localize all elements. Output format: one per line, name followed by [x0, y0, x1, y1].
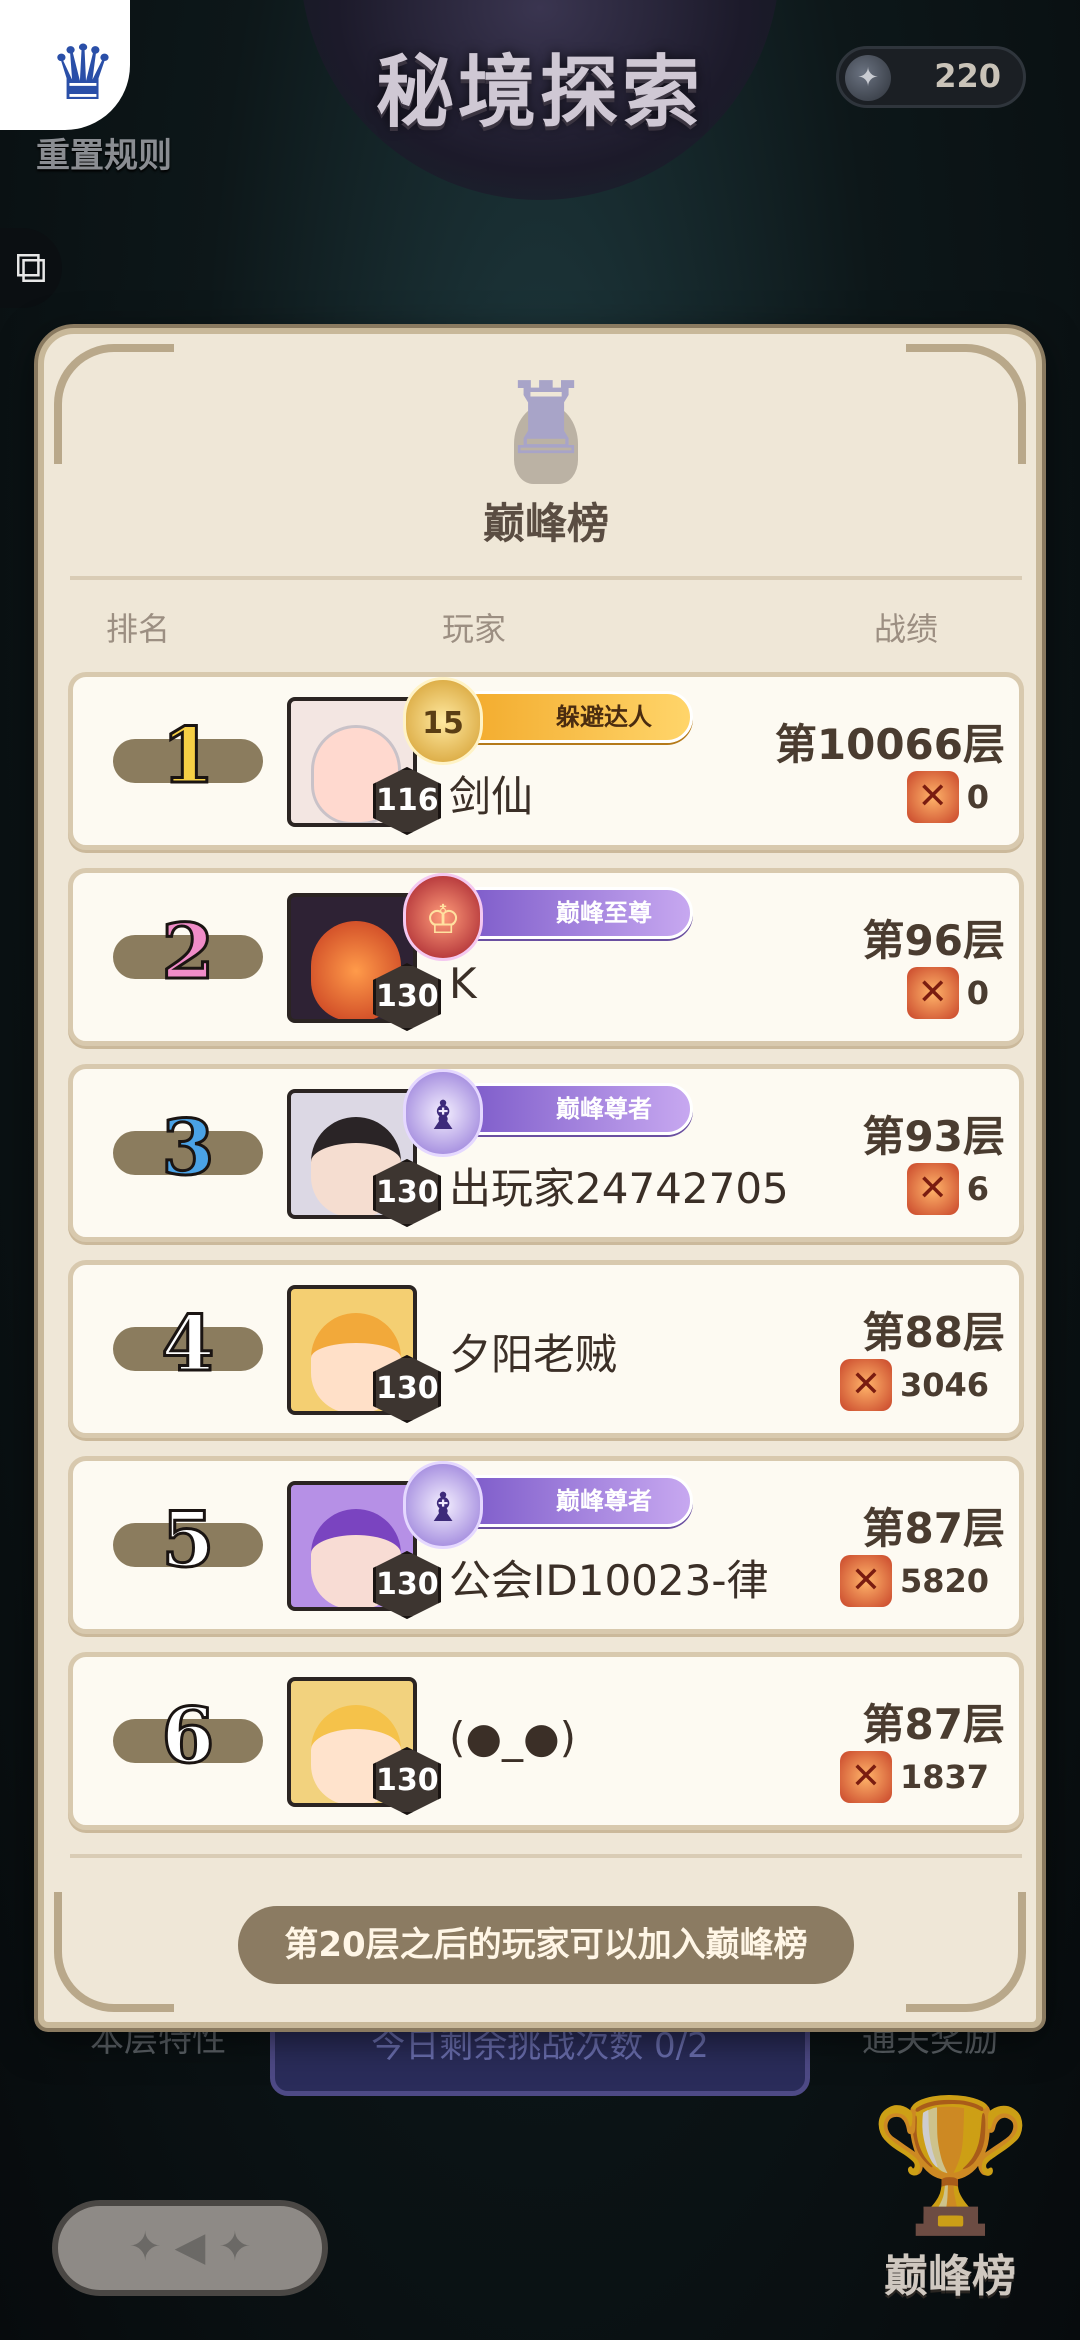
- reset-rules-button[interactable]: ♛ 重置规则: [0, 0, 200, 180]
- player-name: 夕阳老贼: [449, 1330, 618, 1379]
- combat-stat-value: 5820: [899, 1562, 989, 1600]
- swords-icon: ✕: [906, 1163, 959, 1215]
- player-name: K: [449, 959, 477, 1008]
- combat-stat-value: 6: [966, 1170, 989, 1208]
- title-badge: 躲避达人: [453, 691, 693, 743]
- currency-value: 220: [934, 57, 1001, 95]
- swords-icon: ✕: [906, 771, 959, 823]
- back-arrow-icon: ✦ ◀ ✦: [128, 2224, 252, 2270]
- leaderboard-title: 巅峰榜: [482, 499, 609, 548]
- leaderboard-panel: ♜ 巅峰榜 排名 玩家 战绩 1 116 躲避达人 15 剑仙 第10066层 …: [38, 328, 1042, 2028]
- trophy-icon: 🏆: [870, 2089, 1032, 2241]
- floor-record: 第87层: [862, 1700, 1005, 1749]
- panel-corner-ornament: [906, 344, 1026, 464]
- title-emblem-icon: ♝: [403, 1461, 483, 1549]
- panel-corner-ornament: [54, 1892, 174, 2012]
- title-emblem-icon: ♝: [403, 1069, 483, 1157]
- back-button[interactable]: ✦ ◀ ✦: [52, 2200, 328, 2296]
- combat-stat-value: 0: [966, 778, 989, 816]
- combat-stat: ✕ 5820: [839, 1553, 989, 1609]
- title-badge: 巅峰尊者: [453, 1475, 693, 1527]
- column-header-rank: 排名: [106, 610, 171, 648]
- title-badge: 巅峰尊者: [453, 1083, 693, 1135]
- floor-record: 第88层: [862, 1308, 1005, 1357]
- title-emblem-icon: 15: [403, 677, 483, 765]
- floor-record: 第10066层: [774, 720, 1005, 769]
- floor-record: 第93层: [862, 1112, 1005, 1161]
- leaderboard-footer-note: 第20层之后的玩家可以加入巅峰榜: [238, 1906, 854, 1984]
- leaderboard-row[interactable]: 2 130 巅峰至尊 ♔ K 第96层 ✕ 0: [68, 868, 1024, 1046]
- divider: [70, 1854, 1022, 1858]
- player-name: 剑仙: [449, 772, 534, 821]
- combat-stat: ✕ 6: [906, 1161, 989, 1217]
- rank-number: 4: [160, 1298, 216, 1390]
- swords-icon: ✕: [839, 1359, 892, 1411]
- panel-corner-ornament: [54, 344, 174, 464]
- swords-icon: ✕: [839, 1555, 892, 1607]
- swords-icon: ✕: [906, 967, 959, 1019]
- rank-number: 5: [160, 1494, 216, 1586]
- trophy-icon: ♛: [48, 28, 118, 117]
- floor-record: 第96层: [862, 916, 1005, 965]
- column-header-record: 战绩: [874, 610, 939, 648]
- leaderboard-row[interactable]: 4 130 夕阳老贼 第88层 ✕ 3046: [68, 1260, 1024, 1438]
- rank-number: 1: [160, 710, 216, 802]
- player-name: 公会ID10023-律: [449, 1556, 769, 1605]
- rank-number: 3: [160, 1102, 216, 1194]
- combat-stat: ✕ 0: [906, 965, 989, 1021]
- combat-stat-value: 0: [966, 974, 989, 1012]
- leaderboard-row[interactable]: 3 130 巅峰尊者 ♝ 出玩家24742705 第93层 ✕ 6: [68, 1064, 1024, 1242]
- combat-stat: ✕ 1837: [839, 1749, 989, 1805]
- combat-stat-value: 3046: [899, 1366, 989, 1404]
- leaderboard-row[interactable]: 1 116 躲避达人 15 剑仙 第10066层 ✕ 0: [68, 672, 1024, 850]
- combat-stat: ✕ 3046: [839, 1357, 989, 1413]
- leaderboard-row[interactable]: 5 130 巅峰尊者 ♝ 公会ID10023-律 第87层 ✕ 5820: [68, 1456, 1024, 1634]
- title-badge: 巅峰至尊: [453, 887, 693, 939]
- rank-number: 2: [160, 906, 216, 998]
- rank-number: 6: [160, 1690, 216, 1782]
- player-name: 出玩家24742705: [449, 1164, 789, 1213]
- panel-corner-ornament: [906, 1892, 1026, 2012]
- column-header-player: 玩家: [442, 610, 507, 648]
- puzzle-icon[interactable]: ⧉: [0, 228, 62, 308]
- trophy-icon: ♜: [501, 360, 591, 477]
- divider: [70, 576, 1022, 580]
- currency-counter[interactable]: ✦ 220: [836, 46, 1026, 108]
- player-name: (●_●): [449, 1713, 577, 1762]
- floor-record: 第87层: [862, 1504, 1005, 1553]
- swords-icon: ✕: [839, 1751, 892, 1803]
- title-emblem-icon: ♔: [403, 873, 483, 961]
- peak-leaderboard-label: 巅峰榜: [884, 2251, 1016, 2302]
- combat-stat: ✕ 0: [906, 769, 989, 825]
- combat-stat-value: 1837: [899, 1758, 989, 1796]
- coin-icon: ✦: [845, 55, 891, 101]
- leaderboard-row[interactable]: 6 130 (●_●) 第87层 ✕ 1837: [68, 1652, 1024, 1830]
- peak-leaderboard-button[interactable]: 🏆 巅峰榜: [850, 2080, 1050, 2320]
- reset-rules-label: 重置规则: [36, 136, 172, 176]
